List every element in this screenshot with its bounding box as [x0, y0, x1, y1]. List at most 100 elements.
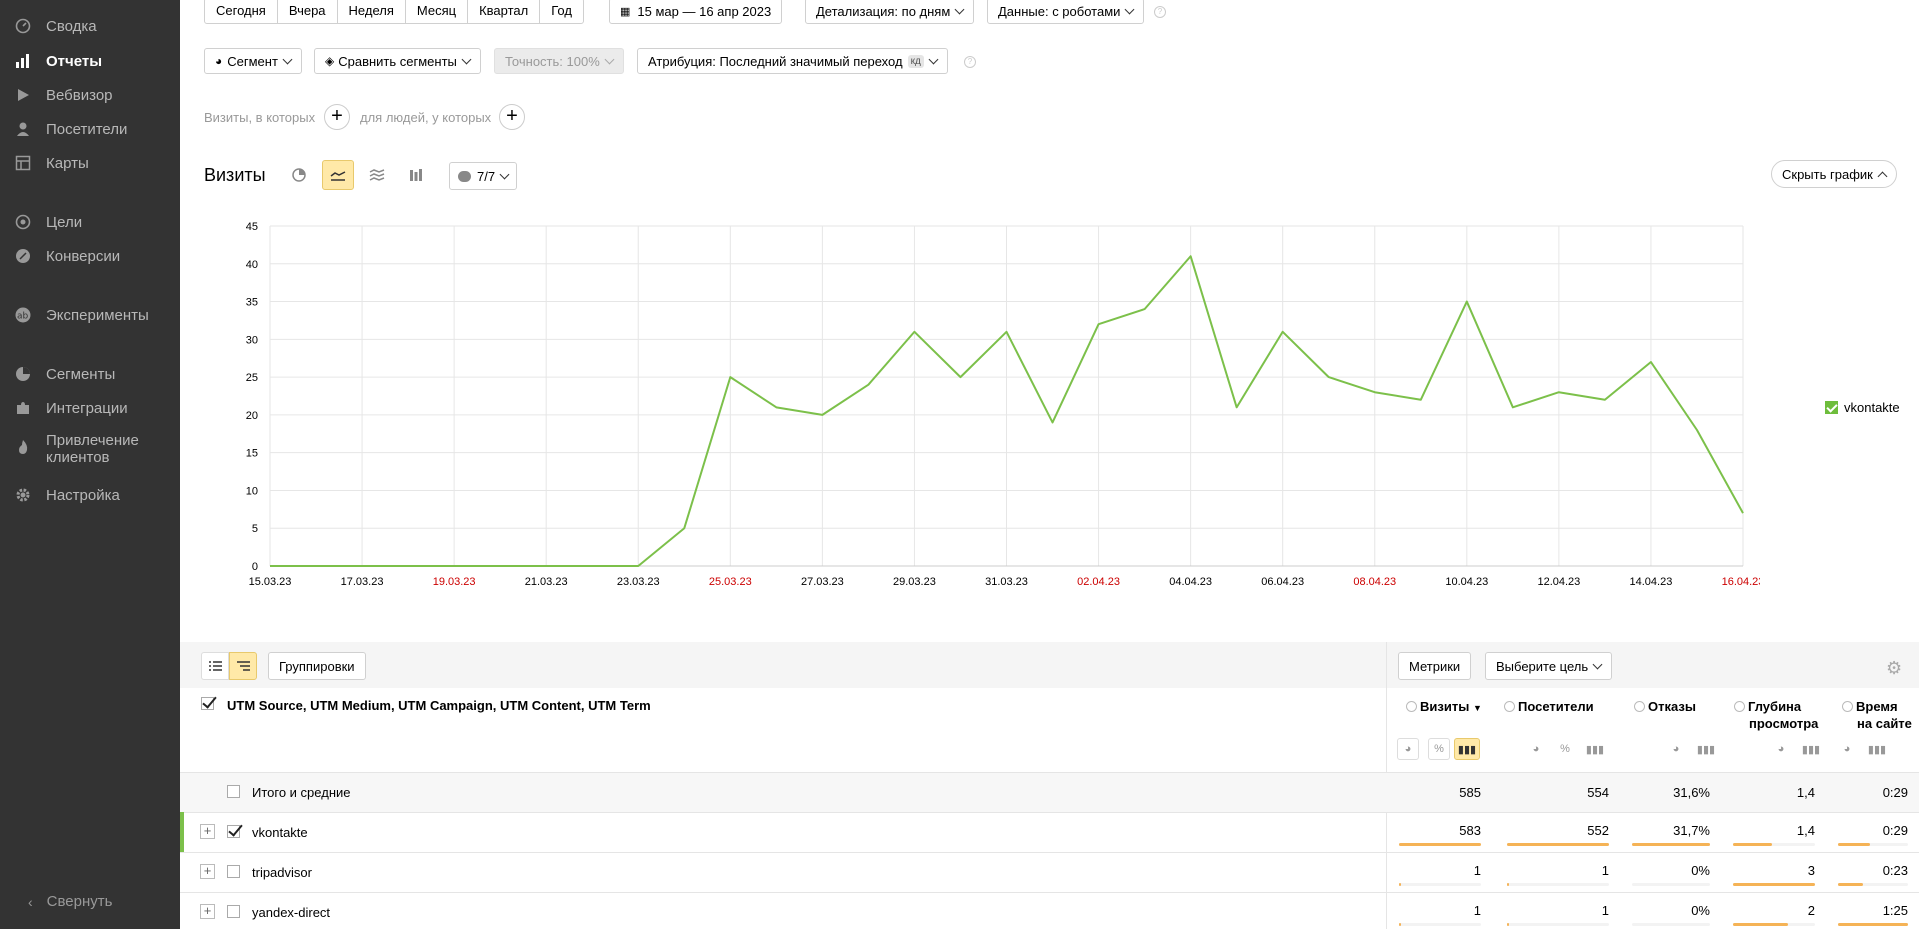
help-icon[interactable]: ? — [1154, 6, 1166, 18]
x-tick-label: 08.04.23 — [1353, 576, 1396, 588]
dimension-header: UTM Source, UTM Medium, UTM Campaign, UT… — [227, 698, 651, 713]
sidebar-item-5[interactable]: Цели — [0, 208, 180, 236]
sidebar-item-11[interactable]: Настройка — [0, 481, 180, 509]
add-visit-condition-button[interactable]: + — [324, 104, 350, 130]
row-checkbox[interactable] — [227, 865, 240, 878]
chart-type-line[interactable] — [322, 160, 354, 190]
expand-row-button[interactable]: + — [200, 864, 215, 879]
view-tree-button[interactable] — [229, 652, 257, 680]
row-cell: 3 — [1807, 863, 1815, 878]
data-point — [498, 564, 503, 569]
chart-type-area[interactable] — [361, 160, 393, 190]
calendar-icon: ▦ — [620, 5, 630, 18]
sidebar-item-9[interactable]: Интеграции — [0, 394, 180, 422]
list-icon — [208, 661, 222, 671]
date-range-button[interactable]: ▦ 15 мар — 16 апр 2023 — [609, 0, 783, 24]
column-header-bounces[interactable]: Отказы — [1634, 698, 1696, 715]
series-counter-dropdown[interactable]: 7/7 — [449, 162, 518, 190]
depth-bar-toggle[interactable]: ▮▮▮ — [1800, 738, 1822, 760]
help-icon[interactable]: ? — [964, 56, 976, 68]
accuracy-dropdown[interactable]: Точность: 100% — [494, 48, 624, 74]
legend-label-vkontakte: vkontakte — [1844, 400, 1900, 415]
bounces-pie-toggle[interactable]: ◕ — [1665, 738, 1687, 760]
expand-row-button[interactable]: + — [200, 824, 215, 839]
expand-row-button[interactable]: + — [200, 904, 215, 919]
sidebar-item-10[interactable]: Привлечение клиентов — [0, 432, 180, 472]
sidebar-item-4[interactable]: Карты — [0, 149, 180, 177]
attribution-dropdown[interactable]: Атрибуция: Последний значимый переход кд — [637, 48, 948, 74]
compare-segments-button[interactable]: ◈ Сравнить сегменты — [314, 48, 481, 74]
fire-icon — [14, 438, 32, 456]
chart-type-pie[interactable] — [283, 160, 315, 190]
sidebar-item-6[interactable]: Конверсии — [0, 242, 180, 270]
x-tick-label: 21.03.23 — [525, 576, 568, 588]
add-people-condition-button[interactable]: + — [499, 104, 525, 130]
data-point — [912, 329, 917, 334]
row-checkbox[interactable] — [227, 825, 240, 838]
y-tick-label: 30 — [246, 334, 258, 346]
visits-pie-toggle[interactable]: ◕ — [1397, 738, 1419, 760]
visits-percent-toggle[interactable]: % — [1428, 738, 1450, 760]
sidebar-item-1[interactable]: Отчеты — [0, 47, 180, 75]
help-icon — [1734, 701, 1745, 712]
column-header-depth[interactable]: Глубина просмотра — [1734, 698, 1818, 732]
data-point — [866, 382, 871, 387]
y-tick-label: 5 — [252, 523, 258, 535]
hide-chart-button[interactable]: Скрыть график — [1771, 160, 1897, 188]
view-list-button[interactable] — [201, 652, 229, 680]
period-yesterday[interactable]: Вчера — [278, 0, 338, 23]
y-tick-label: 20 — [246, 410, 258, 422]
visits-line-chart: 0 5 10 15 20 25 30 35 40 45 15.03.23 17.03.23 19.03.… — [246, 221, 1760, 588]
select-goal-dropdown[interactable]: Выберите цель — [1485, 652, 1613, 680]
legend-checkbox-vkontakte[interactable] — [1825, 401, 1838, 414]
visitors-pie-toggle[interactable]: ◕ — [1525, 738, 1547, 760]
sidebar-item-label: Сводка — [46, 17, 97, 35]
period-month[interactable]: Месяц — [406, 0, 469, 23]
depth-pie-toggle[interactable]: ◕ — [1770, 738, 1792, 760]
column-header-visits[interactable]: Визиты ▼ — [1406, 698, 1482, 717]
sidebar-item-2[interactable]: Вебвизор — [0, 81, 180, 109]
column-header-visitors[interactable]: Посетители — [1504, 698, 1594, 715]
collapse-sidebar-button[interactable]: ‹ Свернуть — [28, 893, 112, 910]
row-cell: 1 — [1473, 903, 1481, 918]
header-checkbox[interactable] — [201, 697, 214, 710]
metric-bar-fill — [1399, 843, 1481, 846]
period-today[interactable]: Сегодня — [205, 0, 278, 23]
period-week[interactable]: Неделя — [338, 0, 406, 23]
detail-dropdown[interactable]: Детализация: по дням — [805, 0, 975, 24]
sidebar-item-label: Эксперименты — [46, 306, 149, 324]
settings-gear-icon[interactable]: ⚙ — [1886, 658, 1902, 679]
data-label: Данные: с роботами — [998, 3, 1121, 19]
time-bar-toggle[interactable]: ▮▮▮ — [1866, 738, 1888, 760]
groupings-button[interactable]: Группировки — [268, 652, 366, 680]
metric-bar-fill — [1838, 883, 1863, 886]
visitors-bar-toggle[interactable]: ▮▮▮ — [1584, 738, 1606, 760]
metrics-button[interactable]: Метрики — [1398, 652, 1472, 680]
segment-button[interactable]: ◕ Сегмент — [204, 48, 302, 74]
column-header-time[interactable]: Время на сайте — [1842, 698, 1912, 732]
data-dropdown[interactable]: Данные: с роботами — [987, 0, 1145, 24]
x-tick-label: 23.03.23 — [617, 576, 660, 588]
pie-icon — [14, 365, 32, 383]
row-checkbox[interactable] — [227, 905, 240, 918]
help-icon — [1842, 701, 1853, 712]
bounces-bar-toggle[interactable]: ▮▮▮ — [1695, 738, 1717, 760]
chart-type-bar[interactable] — [400, 160, 432, 190]
data-point — [1602, 397, 1607, 402]
metric-bar — [1838, 883, 1908, 886]
column-label: Посетители — [1518, 699, 1594, 714]
time-pie-toggle[interactable]: ◕ — [1836, 738, 1858, 760]
period-quarter[interactable]: Квартал — [468, 0, 541, 23]
visits-bar-toggle[interactable]: ▮▮▮ — [1454, 738, 1480, 760]
sidebar-item-3[interactable]: Посетители — [0, 115, 180, 143]
period-selector: Сегодня Вчера Неделя Месяц Квартал Год — [204, 0, 584, 24]
visitors-percent-toggle[interactable]: % — [1554, 738, 1576, 760]
sidebar-item-0[interactable]: Сводка — [0, 12, 180, 40]
sidebar-item-8[interactable]: Сегменты — [0, 360, 180, 388]
y-tick-label: 45 — [246, 221, 258, 233]
sidebar-item-7[interactable]: ab Эксперименты — [0, 301, 180, 329]
row-cell: 0% — [1691, 903, 1710, 918]
compare-label: Сравнить сегменты — [338, 53, 457, 69]
period-year[interactable]: Год — [540, 0, 583, 23]
total-checkbox[interactable] — [227, 785, 240, 798]
